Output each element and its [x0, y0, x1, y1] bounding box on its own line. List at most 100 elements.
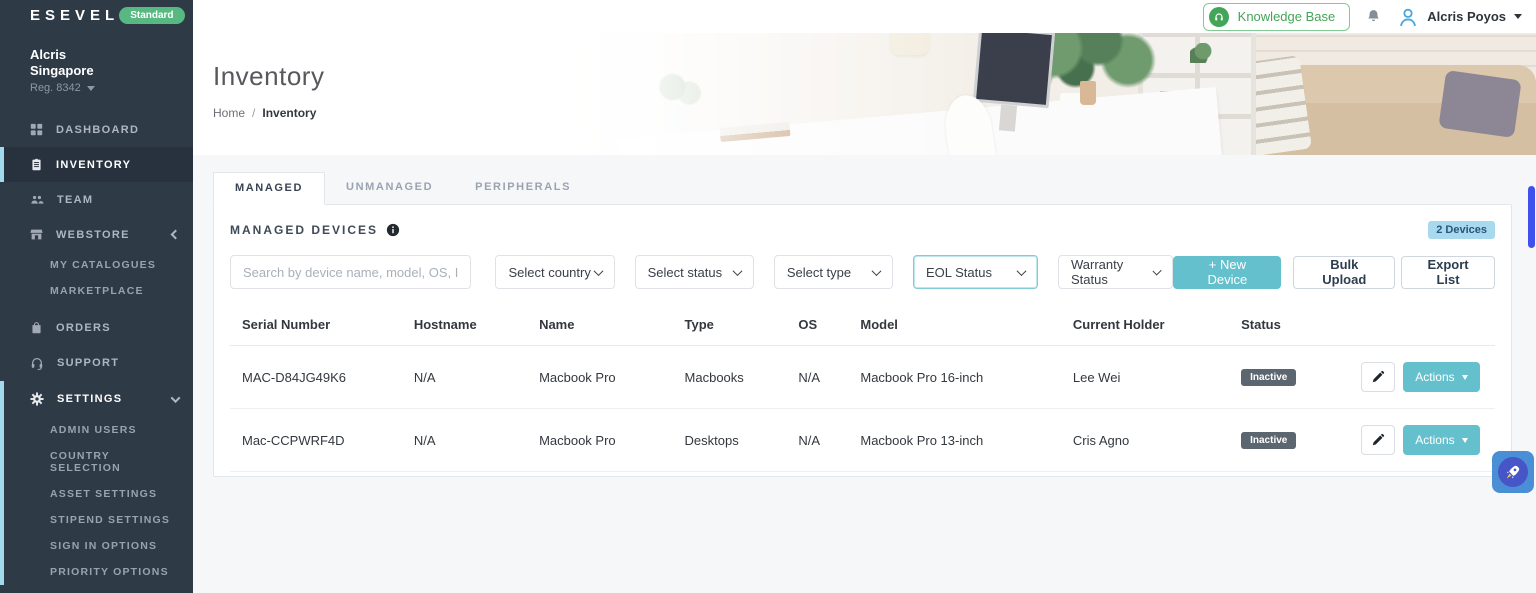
knowledge-base-button[interactable]: Knowledge Base [1202, 2, 1351, 31]
cell-holder: Cris Agno [1064, 408, 1234, 472]
sidebar-item-support[interactable]: SUPPORT [0, 345, 193, 381]
user-name: Alcris Poyos [1427, 9, 1506, 24]
panel-heading: MANAGED DEVICES [230, 223, 379, 237]
warranty-status-dropdown[interactable]: Warranty Status [1057, 255, 1174, 289]
chevron-left-icon [170, 229, 181, 240]
dashboard-grid-icon [30, 123, 43, 136]
sidebar-item-label: SETTINGS [57, 393, 123, 405]
store-icon [30, 229, 43, 240]
sidebar-item-inventory[interactable]: INVENTORY [0, 147, 193, 182]
chevron-down-icon [1016, 265, 1027, 276]
tab-unmanaged[interactable]: UNMANAGED [325, 172, 454, 204]
sidebar-item-label: DASHBOARD [56, 123, 140, 136]
actions-dropdown-button[interactable]: Actions [1403, 425, 1480, 455]
sidebar-item-asset-settings[interactable]: ASSET SETTINGS [4, 481, 193, 507]
sidebar-item-country-selection[interactable]: COUNTRY SELECTION [4, 443, 193, 481]
gear-icon [30, 392, 44, 406]
col-current-holder: Current Holder [1064, 303, 1234, 346]
col-os: OS [790, 303, 853, 346]
cell-name: Macbook Pro [531, 408, 677, 472]
office-photo [560, 33, 1536, 155]
clipboard-icon [32, 158, 41, 171]
page-header-banner: Inventory Home / Inventory [193, 33, 1536, 155]
sidebar-item-my-catalogues[interactable]: MY CATALOGUES [0, 252, 193, 278]
eol-status-dropdown[interactable]: EOL Status [912, 255, 1038, 289]
sidebar-item-label: WEBSTORE [56, 228, 130, 241]
tab-managed[interactable]: MANAGED [213, 172, 326, 205]
sidebar-settings-group: SETTINGS ADMIN USERS COUNTRY SELECTION A… [0, 381, 193, 585]
breadcrumb-home-link[interactable]: Home [213, 106, 245, 120]
chevron-down-icon [1461, 374, 1468, 380]
actions-dropdown-button[interactable]: Actions [1403, 362, 1480, 392]
cell-type: Desktops [676, 408, 791, 472]
cell-serial: Mac-CCPWRF4D [230, 408, 406, 472]
sidebar-item-dashboard[interactable]: DASHBOARD [0, 112, 193, 147]
cell-serial: MAC-D84JG49K6 [230, 345, 406, 409]
new-device-button[interactable]: + New Device [1173, 255, 1282, 289]
select-type-dropdown[interactable]: Select type [773, 255, 893, 289]
org-registration-dropdown[interactable]: Reg. 8342 [30, 82, 181, 94]
scrollbar-thumb[interactable] [1528, 186, 1535, 248]
eol-status-value: EOL Status [925, 264, 992, 280]
rocket-icon [1498, 457, 1528, 487]
chevron-down-icon [1514, 14, 1522, 19]
info-icon[interactable] [386, 223, 400, 237]
status-badge: Inactive [1241, 432, 1297, 449]
sidebar: ESEVEL Standard Alcris Singapore Reg. 83… [0, 0, 193, 593]
inventory-tabs: MANAGED UNMANAGED PERIPHERALS [213, 172, 1536, 205]
team-icon [31, 195, 44, 204]
page-title: Inventory [213, 61, 325, 91]
user-menu[interactable]: Alcris Poyos [1397, 6, 1522, 28]
sidebar-item-team[interactable]: TEAM [0, 182, 193, 217]
org-name: Alcris [30, 47, 67, 62]
col-hostname: Hostname [405, 303, 532, 346]
select-status-value: Select status [647, 264, 723, 280]
sidebar-item-webstore[interactable]: WEBSTORE [0, 217, 193, 252]
actions-label: Actions [1415, 370, 1455, 384]
sidebar-item-priority-options[interactable]: PRIORITY OPTIONS [4, 559, 193, 585]
chevron-down-icon [732, 265, 743, 276]
cell-holder: Lee Wei [1064, 345, 1234, 409]
status-badge: Inactive [1241, 369, 1297, 386]
chat-launcher-button[interactable] [1492, 451, 1534, 493]
col-type: Type [676, 303, 791, 346]
notifications-bell-button[interactable] [1366, 9, 1381, 24]
sidebar-item-settings[interactable]: SETTINGS [4, 381, 193, 417]
cell-model: Macbook Pro 16-inch [852, 345, 1065, 409]
knowledge-base-icon [1208, 6, 1229, 27]
table-header-row: Serial Number Hostname Name Type OS Mode… [230, 303, 1495, 346]
sidebar-item-stipend-settings[interactable]: STIPEND SETTINGS [4, 507, 193, 533]
cell-name: Macbook Pro [531, 345, 677, 409]
select-country-dropdown[interactable]: Select country [495, 255, 615, 289]
col-actions [1353, 303, 1495, 346]
app-logo: ESEVEL [30, 7, 120, 24]
export-list-button[interactable]: Export List [1401, 255, 1495, 289]
bell-icon [1368, 10, 1379, 22]
chevron-down-icon [170, 392, 181, 403]
table-row: MAC-D84JG49K6 N/A Macbook Pro Macbooks N… [230, 345, 1495, 409]
cell-type: Macbooks [676, 345, 791, 409]
plan-badge: Standard [119, 7, 185, 24]
avatar [1400, 8, 1417, 26]
select-type-value: Select type [786, 264, 852, 280]
sidebar-item-orders[interactable]: ORDERS [0, 310, 193, 345]
edit-device-button[interactable] [1361, 425, 1396, 455]
cell-model: Macbook Pro 13-inch [852, 408, 1065, 472]
search-input[interactable] [230, 255, 472, 289]
bulk-upload-button[interactable]: Bulk Upload [1293, 255, 1396, 289]
sidebar-item-label: SUPPORT [57, 357, 120, 369]
chevron-down-icon [871, 265, 882, 276]
warranty-status-value: Warranty Status [1070, 257, 1124, 287]
edit-device-button[interactable] [1361, 362, 1396, 392]
chevron-down-icon [1461, 437, 1468, 443]
col-name: Name [531, 303, 677, 346]
select-status-dropdown[interactable]: Select status [634, 255, 754, 289]
sidebar-item-sign-in-options[interactable]: SIGN IN OPTIONS [4, 533, 193, 559]
sidebar-item-label: ORDERS [56, 321, 111, 334]
sidebar-item-marketplace[interactable]: MARKETPLACE [0, 278, 193, 304]
tab-peripherals[interactable]: PERIPHERALS [454, 172, 592, 204]
cell-os: N/A [790, 345, 853, 409]
sidebar-item-admin-users[interactable]: ADMIN USERS [4, 417, 193, 443]
col-status: Status [1233, 303, 1354, 346]
col-serial-number: Serial Number [230, 303, 406, 346]
